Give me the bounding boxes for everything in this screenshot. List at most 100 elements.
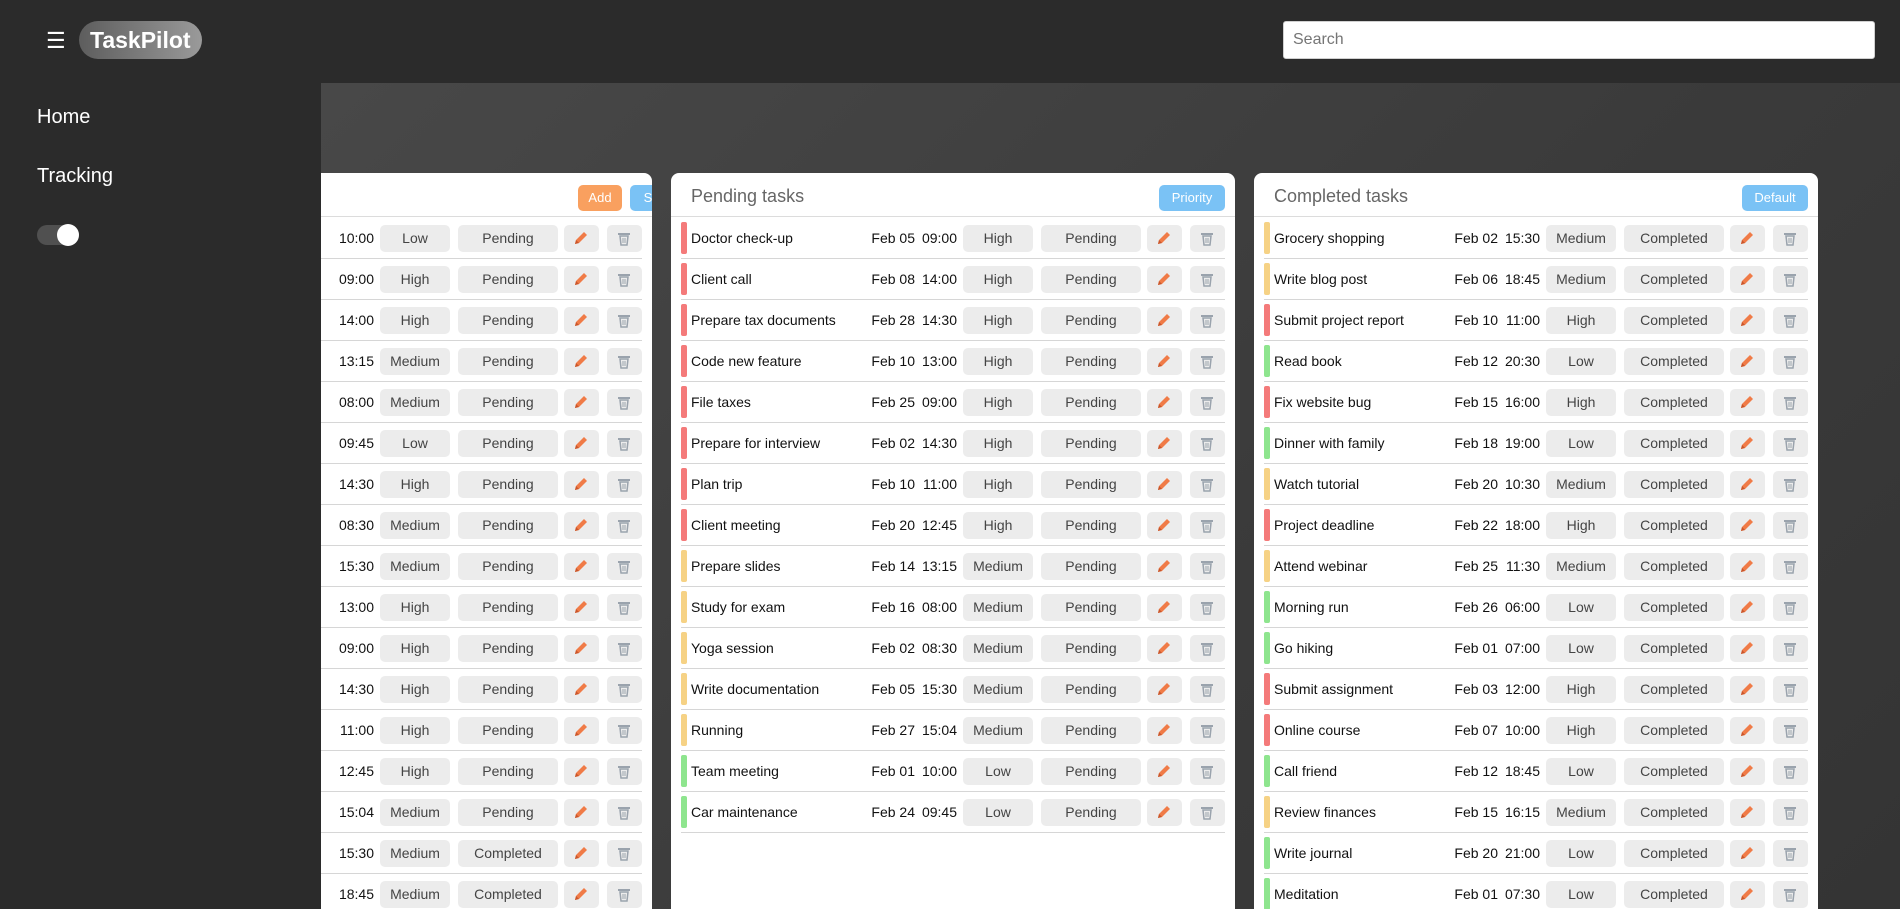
task-row[interactable]: 18:45 Medium Completed — [321, 874, 642, 909]
edit-button[interactable] — [564, 676, 599, 703]
task-row[interactable]: 08:00 Medium Pending — [321, 382, 642, 423]
task-row[interactable]: Fix website bug Feb 15 16:00 High Completed — [1264, 382, 1808, 423]
task-row[interactable]: Prepare for interview Feb 02 14:30 High Pend… — [681, 423, 1225, 464]
delete-button[interactable] — [607, 594, 642, 621]
delete-button[interactable] — [607, 881, 642, 908]
task-row[interactable]: Yoga session Feb 02 08:30 Medium Pending — [681, 628, 1225, 669]
edit-button[interactable] — [1147, 758, 1182, 785]
edit-button[interactable] — [1730, 799, 1765, 826]
task-row[interactable]: 15:30 Medium Completed — [321, 833, 642, 874]
edit-button[interactable] — [1147, 717, 1182, 744]
delete-button[interactable] — [1773, 430, 1808, 457]
delete-button[interactable] — [1773, 717, 1808, 744]
delete-button[interactable] — [607, 389, 642, 416]
delete-button[interactable] — [1190, 594, 1225, 621]
edit-button[interactable] — [564, 594, 599, 621]
task-row[interactable]: Submit project report Feb 10 11:00 High Comp… — [1264, 300, 1808, 341]
delete-button[interactable] — [1190, 430, 1225, 457]
edit-button[interactable] — [1730, 758, 1765, 785]
task-row[interactable]: 14:30 High Pending — [321, 669, 642, 710]
edit-button[interactable] — [1147, 635, 1182, 662]
edit-button[interactable] — [1730, 266, 1765, 293]
delete-button[interactable] — [607, 471, 642, 498]
delete-button[interactable] — [1190, 553, 1225, 580]
task-row[interactable]: 09:00 High Pending — [321, 628, 642, 669]
task-row[interactable]: 14:00 High Pending — [321, 300, 642, 341]
delete-button[interactable] — [607, 512, 642, 539]
delete-button[interactable] — [1773, 840, 1808, 867]
edit-button[interactable] — [564, 307, 599, 334]
delete-button[interactable] — [1773, 471, 1808, 498]
delete-button[interactable] — [1773, 635, 1808, 662]
edit-button[interactable] — [1730, 881, 1765, 908]
edit-button[interactable] — [1730, 840, 1765, 867]
edit-button[interactable] — [1147, 266, 1182, 293]
delete-button[interactable] — [607, 553, 642, 580]
edit-button[interactable] — [1730, 389, 1765, 416]
delete-button[interactable] — [1190, 307, 1225, 334]
delete-button[interactable] — [1190, 266, 1225, 293]
task-row[interactable]: 15:30 Medium Pending — [321, 546, 642, 587]
task-row[interactable]: 08:30 Medium Pending — [321, 505, 642, 546]
task-row[interactable]: Grocery shopping Feb 02 15:30 Medium Complet… — [1264, 218, 1808, 259]
edit-button[interactable] — [564, 635, 599, 662]
edit-button[interactable] — [1730, 717, 1765, 744]
task-row[interactable]: Client call Feb 08 14:00 High Pending — [681, 259, 1225, 300]
task-row[interactable]: Doctor check-up Feb 05 09:00 High Pending — [681, 218, 1225, 259]
edit-button[interactable] — [564, 348, 599, 375]
sidebar-item-home[interactable]: Home — [37, 106, 90, 129]
delete-button[interactable] — [607, 266, 642, 293]
task-row[interactable]: Read book Feb 12 20:30 Low Completed — [1264, 341, 1808, 382]
task-row[interactable]: Code new feature Feb 10 13:00 High Pending — [681, 341, 1225, 382]
delete-button[interactable] — [607, 348, 642, 375]
task-row[interactable]: Call friend Feb 12 18:45 Low Completed — [1264, 751, 1808, 792]
edit-button[interactable] — [1730, 430, 1765, 457]
task-row[interactable]: Attend webinar Feb 25 11:30 Medium Completed — [1264, 546, 1808, 587]
task-row[interactable]: Dinner with family Feb 18 19:00 Low Complete… — [1264, 423, 1808, 464]
task-row[interactable]: Running Feb 27 15:04 Medium Pending — [681, 710, 1225, 751]
edit-button[interactable] — [1147, 471, 1182, 498]
app-logo[interactable]: TaskPilot — [79, 21, 202, 59]
task-row[interactable]: Review finances Feb 15 16:15 Medium Complete… — [1264, 792, 1808, 833]
delete-button[interactable] — [1773, 225, 1808, 252]
delete-button[interactable] — [1773, 348, 1808, 375]
delete-button[interactable] — [1773, 307, 1808, 334]
task-row[interactable]: Plan trip Feb 10 11:00 High Pending — [681, 464, 1225, 505]
edit-button[interactable] — [1147, 430, 1182, 457]
task-row[interactable]: Prepare slides Feb 14 13:15 Medium Pending — [681, 546, 1225, 587]
add-button[interactable]: Add — [578, 185, 622, 211]
task-row[interactable]: Go hiking Feb 01 07:00 Low Completed — [1264, 628, 1808, 669]
delete-button[interactable] — [1773, 676, 1808, 703]
task-row[interactable]: Online course Feb 07 10:00 High Completed — [1264, 710, 1808, 751]
edit-button[interactable] — [1730, 225, 1765, 252]
edit-button[interactable] — [564, 471, 599, 498]
edit-button[interactable] — [564, 225, 599, 252]
delete-button[interactable] — [1190, 717, 1225, 744]
edit-button[interactable] — [564, 717, 599, 744]
task-row[interactable]: Prepare tax documents Feb 28 14:30 High Pend… — [681, 300, 1225, 341]
delete-button[interactable] — [1190, 348, 1225, 375]
edit-button[interactable] — [1730, 512, 1765, 539]
edit-button[interactable] — [1147, 225, 1182, 252]
task-row[interactable]: Write documentation Feb 05 15:30 Medium Pend… — [681, 669, 1225, 710]
delete-button[interactable] — [607, 758, 642, 785]
edit-button[interactable] — [1730, 594, 1765, 621]
hamburger-menu-icon[interactable]: ☰ — [46, 30, 66, 52]
task-row[interactable]: Write blog post Feb 06 18:45 Medium Complete… — [1264, 259, 1808, 300]
edit-button[interactable] — [564, 799, 599, 826]
delete-button[interactable] — [607, 225, 642, 252]
delete-button[interactable] — [1773, 266, 1808, 293]
task-row[interactable]: File taxes Feb 25 09:00 High Pending — [681, 382, 1225, 423]
theme-toggle[interactable] — [37, 224, 79, 246]
delete-button[interactable] — [607, 840, 642, 867]
task-row[interactable]: Car maintenance Feb 24 09:45 Low Pending — [681, 792, 1225, 833]
task-row[interactable]: Client meeting Feb 20 12:45 High Pending — [681, 505, 1225, 546]
edit-button[interactable] — [1730, 553, 1765, 580]
edit-button[interactable] — [1147, 512, 1182, 539]
delete-button[interactable] — [1773, 389, 1808, 416]
edit-button[interactable] — [564, 389, 599, 416]
edit-button[interactable] — [564, 266, 599, 293]
edit-button[interactable] — [1147, 307, 1182, 334]
task-row[interactable]: Submit assignment Feb 03 12:00 High Complete… — [1264, 669, 1808, 710]
delete-button[interactable] — [1190, 676, 1225, 703]
